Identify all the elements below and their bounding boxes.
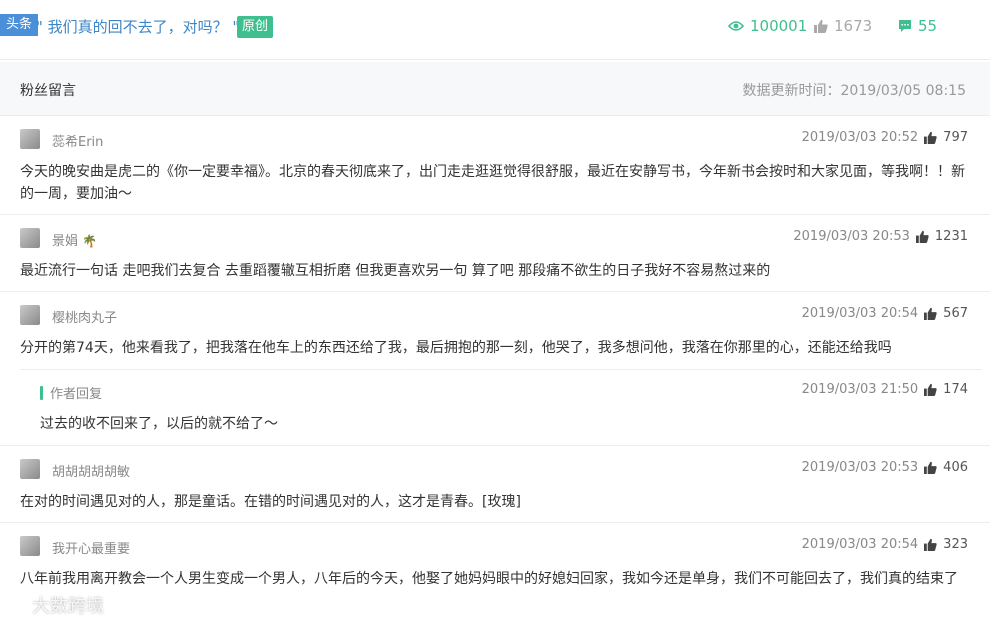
reply-meta: 2019/03/03 21:50 174 <box>802 382 968 397</box>
comment-time: 2019/03/03 20:54 <box>801 537 919 552</box>
comment-like-count: 567 <box>943 306 968 321</box>
comment-time: 2019/03/03 20:53 <box>801 460 919 475</box>
avatar[interactable] <box>20 459 40 479</box>
avatar[interactable] <box>20 536 40 556</box>
nickname-text: 景娟 <box>52 234 79 249</box>
section-title: 粉丝留言 <box>20 83 76 99</box>
reply-time: 2019/03/03 21:50 <box>801 382 919 397</box>
watermark-text: 大数跨境 <box>32 596 104 617</box>
likes-count: 1673 <box>834 17 873 35</box>
comment-text: 今天的晚安曲是虎二的《你一定要幸福》。北京的春天彻底来了，出门走走逛逛觉得很舒服… <box>20 164 965 202</box>
comment-nickname[interactable]: 樱桃肉丸子 <box>52 307 117 326</box>
palm-tree-emoji: 🌴 <box>82 234 98 248</box>
comment-meta: 2019/03/03 20:53 1231 <box>793 229 968 244</box>
comment-like-count: 1231 <box>934 229 968 244</box>
comment-time: 2019/03/03 20:52 <box>801 130 919 145</box>
thumb-up-icon[interactable] <box>924 131 937 144</box>
comment-like-count: 323 <box>943 537 968 552</box>
comment-text: 最近流行一句话 走吧我们去复合 去重蹈覆辙互相折磨 但我更喜欢另一句 算了吧 那… <box>20 263 771 279</box>
thumb-up-icon <box>814 19 828 33</box>
comment-text: 在对的时间遇见对的人，那是童话。在错的时间遇见对的人，这才是青春。[玫瑰] <box>20 494 521 510</box>
avatar[interactable] <box>20 305 40 325</box>
article-header: 头条 " 我们真的回不去了，对吗？ " 原创 100001 1673 55 <box>0 0 990 60</box>
comment-like-count: 406 <box>943 460 968 475</box>
comment-nickname[interactable]: 我开心最重要 <box>52 538 130 557</box>
comment-meta: 2019/03/03 20:53 406 <box>802 460 968 475</box>
comment-text: 分开的第74天，他来看我了，把我落在他车上的东西还给了我，最后拥抱的那一刻，他哭… <box>20 340 892 356</box>
thumb-up-icon[interactable] <box>924 538 937 551</box>
comment-meta: 2019/03/03 20:54 567 <box>802 306 968 321</box>
comments-count: 55 <box>918 17 938 35</box>
reply-like-count: 174 <box>943 382 968 397</box>
comment-icon <box>899 20 911 32</box>
reply-text: 过去的收不回来了，以后的就不给了～ <box>40 416 278 432</box>
comment-meta: 2019/03/03 20:52 797 <box>802 130 968 145</box>
comment-item: 景娟 🌴 2019/03/03 20:53 1231 最近流行一句话 走吧我们去… <box>0 216 990 292</box>
eye-icon <box>728 21 744 31</box>
comment-nickname[interactable]: 蕊希Erin <box>52 131 103 150</box>
views-count: 100001 <box>750 17 808 35</box>
comment-nickname[interactable]: 景娟 🌴 <box>52 230 97 249</box>
headline-tag: 头条 <box>0 14 39 36</box>
watermark-logo-icon <box>9 596 27 614</box>
thumb-up-icon[interactable] <box>924 461 937 474</box>
original-tag: 原创 <box>237 16 274 38</box>
comment-text: 八年前我用离开教会一个人男生变成一个男人，八年后的今天，他娶了她妈妈眼中的好媳妇… <box>20 571 958 587</box>
thumb-up-icon[interactable] <box>915 230 929 243</box>
comment-meta: 2019/03/03 20:54 323 <box>802 537 968 552</box>
comment-item: 蕊希Erin 2019/03/03 20:52 797 今天的晚安曲是虎二的《你… <box>0 117 990 215</box>
fan-comments-header: 粉丝留言 数据更新时间：2019/03/05 08:15 <box>0 62 990 116</box>
watermark: 大数跨境 <box>8 592 104 618</box>
reply-divider <box>20 369 982 370</box>
comment-item: 胡胡胡胡胡敏 2019/03/03 20:53 406 在对的时间遇见对的人，那… <box>0 447 990 523</box>
article-title[interactable]: " 我们真的回不去了，对吗？ " <box>36 16 239 38</box>
comment-item: 我开心最重要 2019/03/03 20:54 323 八年前我用离开教会一个人… <box>0 524 990 623</box>
comment-time: 2019/03/03 20:54 <box>801 306 919 321</box>
comments-stat: 55 <box>898 14 937 38</box>
thumb-up-icon[interactable] <box>924 383 937 396</box>
views-stat: 100001 <box>728 14 807 38</box>
avatar[interactable] <box>20 129 40 149</box>
comment-like-count: 797 <box>943 130 968 145</box>
thumb-up-icon[interactable] <box>924 307 937 320</box>
likes-stat: 1673 <box>814 14 872 38</box>
comment-time: 2019/03/03 20:53 <box>793 229 910 244</box>
comment-item: 樱桃肉丸子 2019/03/03 20:54 567 分开的第74天，他来看我了… <box>0 293 990 446</box>
comment-nickname[interactable]: 胡胡胡胡胡敏 <box>52 461 130 480</box>
avatar[interactable] <box>20 228 40 248</box>
author-reply-label: 作者回复 <box>50 387 103 402</box>
update-time: 数据更新时间：2019/03/05 08:15 <box>742 83 967 99</box>
reply-indicator <box>40 386 43 400</box>
